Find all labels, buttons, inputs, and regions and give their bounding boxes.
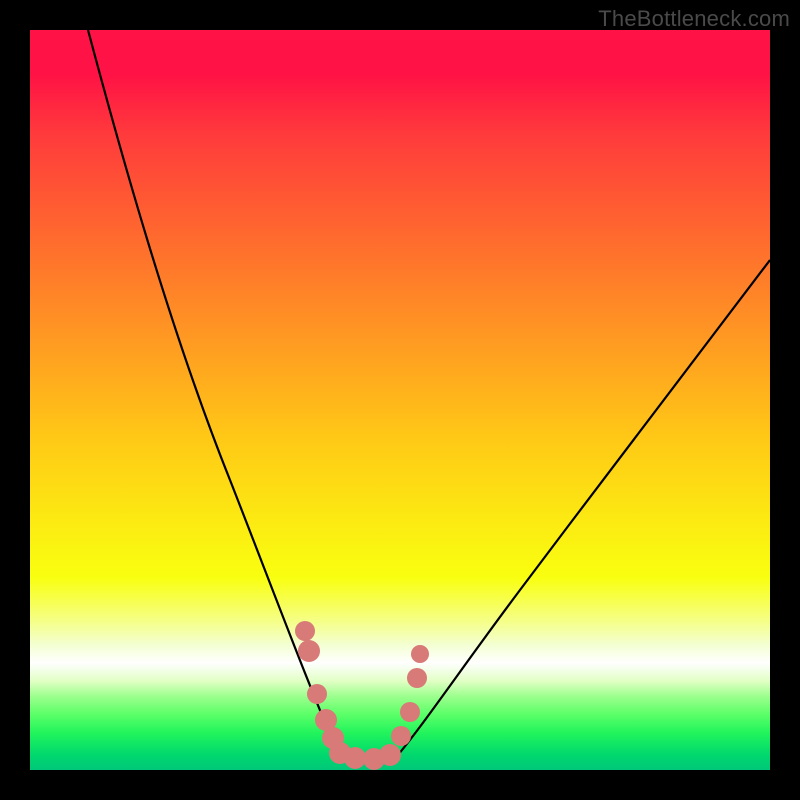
valley-marker bbox=[407, 668, 427, 688]
valley-marker bbox=[400, 702, 420, 722]
valley-marker bbox=[298, 640, 320, 662]
valley-marker bbox=[391, 726, 411, 746]
valley-marker bbox=[411, 645, 429, 663]
watermark-text: TheBottleneck.com bbox=[598, 6, 790, 32]
valley-marker bbox=[295, 621, 315, 641]
chart-frame: TheBottleneck.com bbox=[0, 0, 800, 800]
valley-marker bbox=[379, 744, 401, 766]
blob-layer bbox=[30, 30, 770, 770]
valley-marker bbox=[307, 684, 327, 704]
